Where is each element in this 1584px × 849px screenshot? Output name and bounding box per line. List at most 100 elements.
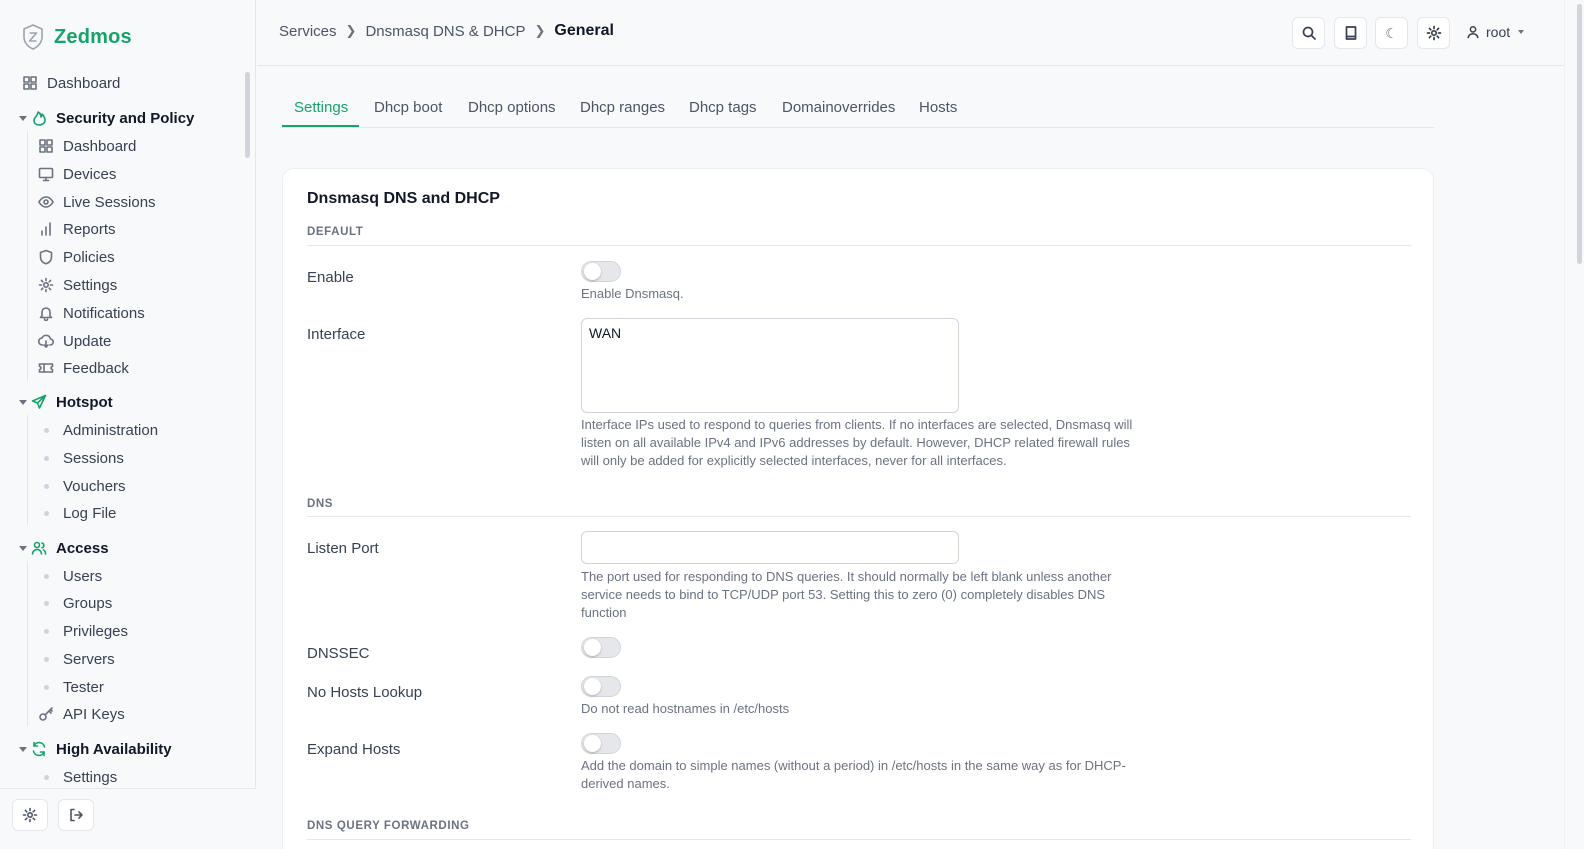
breadcrumb: Services ❯ Dnsmasq DNS & DHCP ❯ General: [279, 22, 614, 40]
section-heading-dns-query-forwarding: DNS QUERY FORWARDING: [307, 820, 470, 832]
flame-icon: [31, 110, 47, 126]
sidebar-section-security[interactable]: Security and Policy: [31, 107, 194, 129]
bullet-icon: [44, 656, 49, 662]
sidebar-section-access[interactable]: Access: [31, 537, 109, 559]
docs-button[interactable]: [1334, 17, 1367, 49]
sidebar-item-servers[interactable]: Servers: [38, 648, 115, 670]
bullet-icon: [44, 427, 49, 433]
sidebar-item-users[interactable]: Users: [38, 565, 102, 587]
toggle-knob: [584, 639, 601, 656]
toggle-knob: [584, 263, 601, 280]
no-hosts-lookup-label: No Hosts Lookup: [307, 684, 423, 701]
tab-domainoverrides[interactable]: Domainoverrides: [782, 99, 895, 116]
user-menu[interactable]: root: [1466, 24, 1525, 40]
bell-icon: [38, 305, 54, 321]
logout-icon: [70, 808, 83, 822]
sidebar-item-privileges[interactable]: Privileges: [38, 620, 128, 642]
sidebar-item-sp-dashboard[interactable]: Dashboard: [38, 135, 136, 157]
settings-button[interactable]: [1417, 17, 1450, 49]
sidebar-item-live-sessions[interactable]: Live Sessions: [38, 191, 156, 213]
chevron-down-icon: [1518, 30, 1525, 34]
sidebar-item-label: Servers: [63, 650, 115, 668]
sidebar-section-hotspot[interactable]: Hotspot: [31, 391, 113, 413]
bullet-icon: [44, 684, 49, 690]
sidebar-item-settings[interactable]: Settings: [38, 274, 117, 296]
logout-button[interactable]: [58, 799, 94, 831]
sidebar-item-label: Update: [63, 332, 112, 350]
sidebar-item-dashboard[interactable]: Dashboard: [22, 72, 120, 94]
card-title: Dnsmasq DNS and DHCP: [307, 190, 500, 207]
tab-dhcp-ranges[interactable]: Dhcp ranges: [580, 99, 665, 116]
book-icon: [1345, 26, 1356, 40]
sidebar-item-label: Users: [63, 567, 103, 585]
sidebar-item-log-file[interactable]: Log File: [38, 502, 116, 524]
sidebar-item-groups[interactable]: Groups: [38, 592, 112, 614]
sidebar-item-label: Dashboard: [63, 137, 137, 155]
brand-name: Zedmos: [54, 25, 132, 48]
sidebar-item-api-keys[interactable]: API Keys: [38, 703, 125, 725]
tab-hosts[interactable]: Hosts: [919, 99, 957, 116]
sidebar-item-devices[interactable]: Devices: [38, 163, 116, 185]
sidebar-item-ha-settings[interactable]: Settings: [38, 766, 117, 788]
sidebar-item-update[interactable]: Update: [38, 330, 111, 352]
no-hosts-lookup-toggle[interactable]: [581, 676, 621, 697]
listen-port-input[interactable]: [581, 531, 959, 564]
sidebar-item-notifications[interactable]: Notifications: [38, 302, 145, 324]
sidebar-item-tester[interactable]: Tester: [38, 676, 104, 698]
sidebar-item-policies[interactable]: Policies: [38, 246, 115, 268]
chevron-down-icon[interactable]: [19, 747, 27, 752]
section-divider: [307, 245, 1411, 246]
toggle-knob: [584, 678, 601, 695]
sidebar-item-label: Devices: [63, 165, 117, 183]
sidebar-item-label: Administration: [63, 421, 159, 439]
chevron-down-icon[interactable]: [19, 116, 27, 121]
sidebar-scrollbar[interactable]: [245, 72, 250, 158]
breadcrumb-services[interactable]: Services: [279, 23, 337, 40]
sidebar-nav[interactable]: Dashboard Security and Policy Dashboard …: [0, 68, 256, 788]
expand-hosts-toggle[interactable]: [581, 733, 621, 754]
sidebar-section-title: High Availability: [56, 740, 172, 758]
sidebar-tree-line: [27, 415, 28, 525]
chevron-down-icon[interactable]: [19, 546, 27, 551]
chevron-down-icon[interactable]: [19, 400, 27, 405]
section-heading-dns: DNS: [307, 498, 334, 510]
settings-button[interactable]: [12, 799, 48, 831]
tab-dhcp-tags[interactable]: Dhcp tags: [689, 99, 757, 116]
dnssec-label: DNSSEC: [307, 645, 370, 662]
users-icon: [31, 540, 47, 556]
sidebar-item-feedback[interactable]: Feedback: [38, 357, 129, 379]
sidebar-item-sessions[interactable]: Sessions: [38, 447, 124, 469]
enable-toggle[interactable]: [581, 261, 621, 282]
page-scrollbar-thumb[interactable]: [1577, 4, 1582, 264]
sidebar-tree-line: [27, 561, 28, 726]
bullet-icon: [44, 628, 49, 634]
search-button[interactable]: [1292, 17, 1325, 49]
expand-hosts-label: Expand Hosts: [307, 741, 401, 758]
interface-label: Interface: [307, 326, 366, 343]
interface-selected-value[interactable]: WAN: [589, 325, 621, 341]
send-icon: [31, 394, 47, 410]
sidebar-section-high-availability[interactable]: High Availability: [31, 738, 172, 760]
sidebar-item-label: Live Sessions: [63, 193, 156, 211]
theme-toggle-button[interactable]: ☾: [1375, 17, 1408, 49]
dnssec-toggle[interactable]: [581, 637, 621, 658]
bullet-icon: [44, 510, 49, 516]
brand[interactable]: Zedmos: [22, 24, 132, 50]
gear-icon: [1426, 25, 1441, 41]
expand-hosts-help: Add the domain to simple names (without …: [581, 758, 1126, 791]
sidebar-item-administration[interactable]: Administration: [38, 419, 158, 441]
tab-settings[interactable]: Settings: [294, 99, 348, 116]
sidebar-item-vouchers[interactable]: Vouchers: [38, 475, 126, 497]
sidebar-footer: [0, 788, 256, 849]
breadcrumb-dnsmasq[interactable]: Dnsmasq DNS & DHCP: [365, 23, 525, 40]
bullet-icon: [44, 483, 49, 489]
sidebar-item-reports[interactable]: Reports: [38, 218, 116, 240]
interface-select[interactable]: WAN: [581, 318, 959, 413]
bullet-icon: [44, 600, 49, 606]
gear-icon: [38, 277, 54, 293]
listen-port-label: Listen Port: [307, 540, 379, 557]
tab-dhcp-boot[interactable]: Dhcp boot: [374, 99, 442, 116]
sidebar-tree-line: [27, 131, 28, 381]
tab-dhcp-options[interactable]: Dhcp options: [468, 99, 556, 116]
sidebar-item-label: Sessions: [63, 449, 124, 467]
